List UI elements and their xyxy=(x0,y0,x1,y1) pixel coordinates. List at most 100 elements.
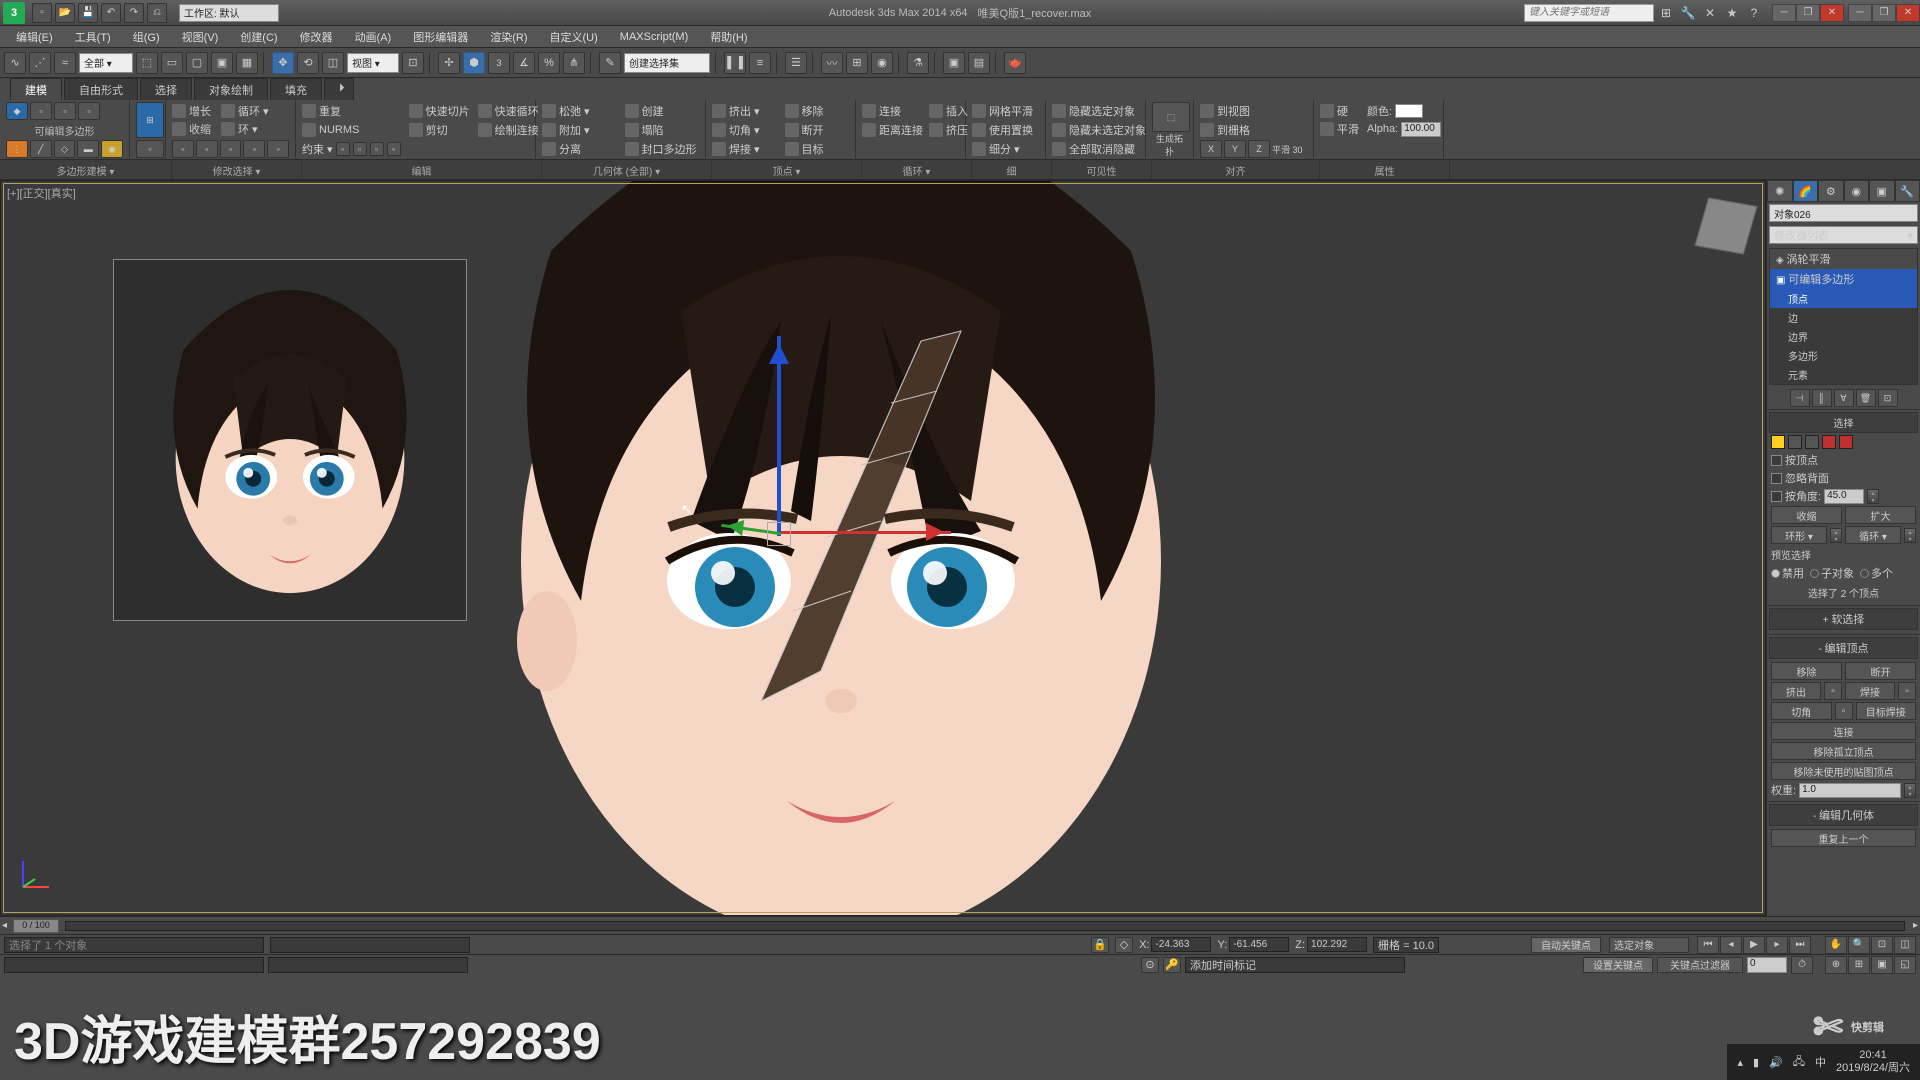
ev-weld-settings-button[interactable]: ▫ xyxy=(1898,682,1916,700)
rollout-editgeo-header[interactable]: - 编辑几何体 xyxy=(1769,804,1918,826)
zoom-icon[interactable]: 🔍 xyxy=(1848,936,1870,954)
render-frame-icon[interactable]: ▣ xyxy=(943,52,965,74)
coord-z-input[interactable] xyxy=(1307,937,1367,952)
app-logo[interactable]: 3 xyxy=(3,2,25,24)
unhideall-button[interactable]: 全部取消隐藏 xyxy=(1052,140,1139,158)
modifier-stack[interactable]: ◈ 涡轮平滑 ▣ 可编辑多边形 顶点 边 边界 多边形 元素 xyxy=(1769,248,1918,385)
curve-editor-icon[interactable]: 〰 xyxy=(821,52,843,74)
open-icon[interactable]: 📂 xyxy=(55,3,75,23)
stack-config-icon[interactable]: ⊡ xyxy=(1878,389,1898,407)
time-config-icon[interactable]: ⏱ xyxy=(1791,956,1813,974)
constraint-4-icon[interactable]: ▫ xyxy=(387,142,401,156)
keymode-dropdown[interactable]: 选定对象 xyxy=(1609,937,1689,953)
align-icon[interactable]: ≡ xyxy=(749,52,771,74)
grow-sel-button[interactable]: 扩大 xyxy=(1845,506,1916,524)
align-z-button[interactable]: Z xyxy=(1248,140,1270,158)
fov-icon[interactable]: ◫ xyxy=(1894,936,1916,954)
stack-pin-icon[interactable]: ⊣ xyxy=(1790,389,1810,407)
ev-removeiso-button[interactable]: 移除孤立顶点 xyxy=(1771,742,1916,760)
strip-align[interactable]: 对齐 xyxy=(1152,160,1320,179)
sign-in-icon[interactable]: 🔧 xyxy=(1678,3,1698,23)
transform-gizmo[interactable] xyxy=(601,336,951,616)
ev-connect-button[interactable]: 连接 xyxy=(1771,722,1916,740)
menu-create[interactable]: 创建(C) xyxy=(230,26,287,48)
alpha-input[interactable]: 100.00 xyxy=(1401,122,1441,137)
save-icon[interactable]: 💾 xyxy=(78,3,98,23)
ms-2-icon[interactable]: ▫ xyxy=(196,140,218,158)
constraint-1-icon[interactable]: ▫ xyxy=(336,142,350,156)
render-setup-icon[interactable]: ⚗ xyxy=(907,52,929,74)
menu-tools[interactable]: 工具(T) xyxy=(65,26,121,48)
align-y-button[interactable]: Y xyxy=(1224,140,1246,158)
rollout-selection-header[interactable]: 选择 xyxy=(1769,412,1918,433)
zoom-extents-icon[interactable]: ⊡ xyxy=(1871,936,1893,954)
max-toggle-icon[interactable]: ▣ xyxy=(1871,956,1893,974)
menu-edit[interactable]: 编辑(E) xyxy=(6,26,63,48)
insert-button[interactable]: 插入 xyxy=(929,102,968,120)
pivot-icon[interactable]: ⊡ xyxy=(402,52,424,74)
goto-start-icon[interactable]: ⏮ xyxy=(1697,936,1719,954)
pinch-button[interactable]: 挤压 xyxy=(929,121,968,139)
loop-sel-button[interactable]: 循环 ▾ xyxy=(1845,526,1901,544)
viewport-label[interactable]: [+][正交][真实] xyxy=(7,185,76,201)
infocenter-icon[interactable]: ⊞ xyxy=(1656,3,1676,23)
viewport[interactable]: [+][正交][真实] xyxy=(0,180,1766,916)
cp-tab-display[interactable]: ▣ xyxy=(1869,180,1895,202)
color-swatch[interactable] xyxy=(1395,104,1423,118)
menu-rendering[interactable]: 渲染(R) xyxy=(480,26,537,48)
play-icon[interactable]: ▶ xyxy=(1743,936,1765,954)
undo-icon[interactable]: ↶ xyxy=(101,3,121,23)
selection-filter-dropdown[interactable]: 全部 ▾ xyxy=(79,53,133,73)
bind-icon[interactable]: ≈ xyxy=(54,52,76,74)
isolate-icon[interactable]: ⊙ xyxy=(1141,957,1159,973)
sel-sub-element-button[interactable] xyxy=(1839,435,1853,449)
hard-button[interactable]: 硬 xyxy=(1320,102,1359,120)
rotate-icon[interactable]: ⟲ xyxy=(297,52,319,74)
gizmo-z-axis[interactable] xyxy=(777,336,781,536)
preview-multi-radio[interactable] xyxy=(1860,569,1869,578)
select-crossing-icon[interactable]: ▦ xyxy=(236,52,258,74)
weight-input[interactable]: 1.0 xyxy=(1799,783,1901,798)
grow-button[interactable]: 增长 xyxy=(172,102,211,120)
coord-y-input[interactable] xyxy=(1229,937,1289,952)
hideunsel-button[interactable]: 隐藏未选定对象 xyxy=(1052,121,1139,139)
target-button[interactable]: 目标 xyxy=(785,140,850,158)
stack-turbosmooth[interactable]: ◈ 涡轮平滑 xyxy=(1770,249,1917,269)
cut-button[interactable]: 剪切 xyxy=(409,121,470,139)
ring-sel-button[interactable]: 环形 ▾ xyxy=(1771,526,1827,544)
ev-remove-button[interactable]: 移除 xyxy=(1771,662,1842,680)
select-link-icon[interactable]: ∿ xyxy=(4,52,26,74)
poly-modify-icon[interactable]: ▫ xyxy=(30,102,52,120)
workspace-dropdown[interactable]: 工作区: 默认 xyxy=(179,4,279,22)
modifier-list-dropdown[interactable]: 修改器列表▾ xyxy=(1769,226,1918,244)
ev-removeunused-button[interactable]: 移除未使用的贴图顶点 xyxy=(1771,762,1916,780)
ev-extrude-settings-button[interactable]: ▫ xyxy=(1824,682,1842,700)
tray-net-icon[interactable]: 🖧 xyxy=(1793,1053,1805,1072)
gizmo-center-icon[interactable] xyxy=(767,522,791,546)
tessellate-button[interactable]: 细分 ▾ xyxy=(972,140,1039,158)
subobj-element-icon[interactable]: ◉ xyxy=(101,140,123,158)
tab-populate[interactable]: 填充 xyxy=(270,78,322,100)
constraint-button[interactable]: 约束 ▾ ▫ ▫ ▫ ▫ xyxy=(302,140,401,158)
ms-4-icon[interactable]: ▫ xyxy=(243,140,265,158)
togrid-button[interactable]: 到栅格 xyxy=(1200,121,1307,139)
child-close-button[interactable]: ✕ xyxy=(1896,4,1920,22)
sel-sub-edge-button[interactable] xyxy=(1788,435,1802,449)
weight-spinner[interactable]: ▴▾ xyxy=(1904,783,1916,798)
rollout-editverts-header[interactable]: - 编辑顶点 xyxy=(1769,637,1918,659)
by-angle-input[interactable]: 45.0 xyxy=(1824,489,1864,504)
ms-3-icon[interactable]: ▫ xyxy=(220,140,242,158)
render-icon[interactable]: 🫖 xyxy=(1004,52,1026,74)
exchange-icon[interactable]: ✕ xyxy=(1700,3,1720,23)
unlink-icon[interactable]: ⋰ xyxy=(29,52,51,74)
extrude-button[interactable]: 挤出 ▾ xyxy=(712,102,777,120)
rollout-softsel-header[interactable]: + 软选择 xyxy=(1769,608,1918,630)
distconnect-button[interactable]: 距离连接 xyxy=(862,121,923,139)
named-sel-dropdown[interactable]: 创建选择集 xyxy=(624,53,710,73)
select-window-icon[interactable]: ▣ xyxy=(211,52,233,74)
select-region-rect-icon[interactable]: ▢ xyxy=(186,52,208,74)
strip-geo[interactable]: 几何体 (全部) ▾ xyxy=(542,160,712,179)
cp-tab-modify[interactable]: 🌈 xyxy=(1793,180,1819,202)
link-icon[interactable]: ⎌ xyxy=(147,3,167,23)
stack-show-icon[interactable]: ║ xyxy=(1812,389,1832,407)
